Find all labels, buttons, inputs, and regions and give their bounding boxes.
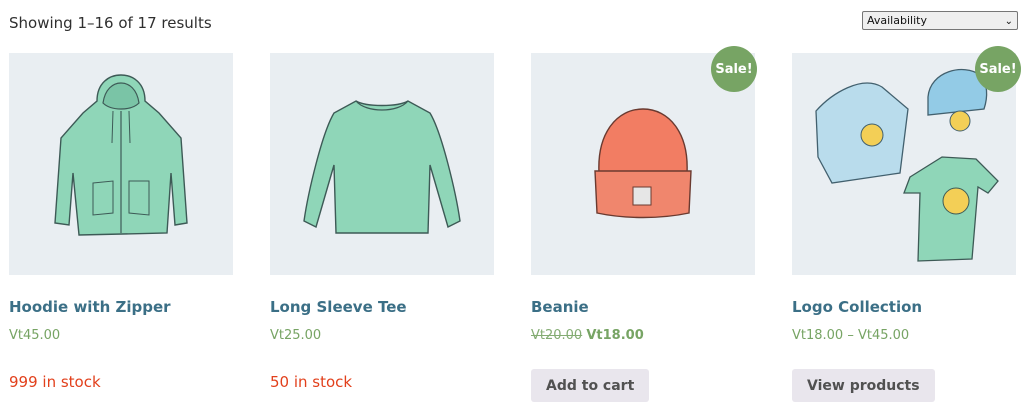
product-title[interactable]: Hoodie with Zipper — [9, 298, 171, 316]
product-card: Long Sleeve Tee Vt25.00 50 in stock — [270, 53, 494, 391]
sort-selected-value: Availability — [867, 14, 927, 27]
stock-status: 999 in stock — [9, 373, 101, 391]
chevron-down-icon: ⌄ — [1004, 16, 1013, 27]
sort-select[interactable]: Availability ⌄ — [862, 11, 1018, 30]
regular-price: Vt20.00 — [531, 328, 583, 343]
sale-price: Vt18.00 — [586, 328, 644, 343]
product-title[interactable]: Long Sleeve Tee — [270, 298, 407, 316]
product-card: Sale! Beanie Vt20.00 Vt18.00 Add to cart — [531, 46, 757, 402]
result-count: Showing 1–16 of 17 results — [9, 14, 212, 32]
sale-badge: Sale! — [711, 46, 757, 92]
product-title[interactable]: Beanie — [531, 298, 589, 316]
view-products-button[interactable]: View products — [792, 369, 935, 402]
product-price: Vt25.00 — [270, 328, 322, 343]
product-price: Vt20.00 Vt18.00 — [531, 328, 644, 343]
product-title[interactable]: Logo Collection — [792, 298, 922, 316]
hoodie-icon — [54, 74, 188, 236]
product-image[interactable] — [9, 53, 233, 275]
stock-status: 50 in stock — [270, 373, 353, 391]
product-price: Vt18.00 – Vt45.00 — [792, 328, 910, 343]
sale-badge: Sale! — [975, 46, 1021, 92]
product-card: Sale! Logo Collection Vt18.00 – Vt45.00 … — [792, 46, 1021, 402]
add-to-cart-button[interactable]: Add to cart — [531, 369, 650, 402]
product-price: Vt45.00 — [9, 328, 61, 343]
product-image[interactable] — [270, 53, 494, 275]
long-sleeve-tee-icon — [303, 100, 461, 234]
product-card: Hoodie with Zipper Vt45.00 999 in stock — [9, 53, 233, 391]
